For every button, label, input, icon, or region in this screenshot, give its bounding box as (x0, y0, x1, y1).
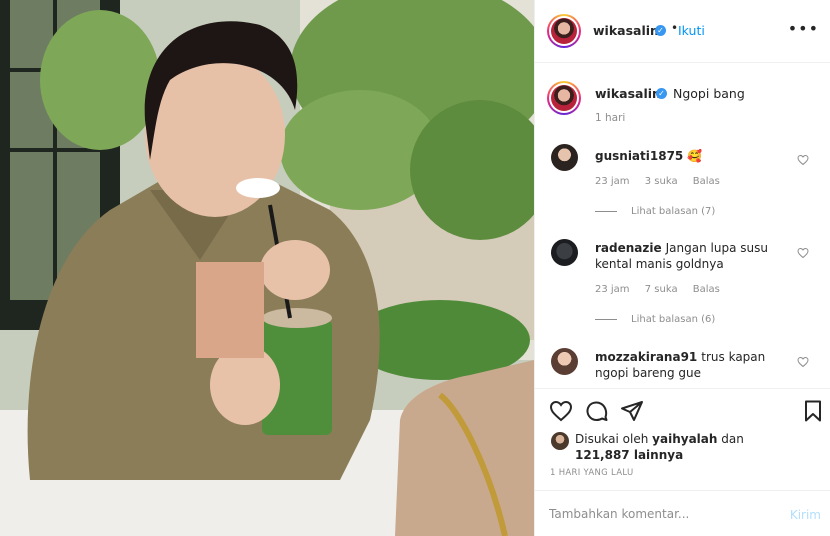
reply-button[interactable]: Balas (693, 284, 720, 295)
replies-line (595, 210, 617, 212)
post-photo[interactable] (0, 0, 534, 536)
comment-body: mozzakirana91 trus kapan ngopi bareng gue (595, 349, 795, 381)
reply-button[interactable]: Balas (693, 176, 720, 187)
commenter-username[interactable]: radenazie (595, 241, 662, 255)
commenter-avatar[interactable] (551, 144, 578, 171)
heart-icon[interactable] (797, 247, 809, 259)
comment-meta: 23 jam 3 suka Balas (595, 176, 732, 187)
comment-likes[interactable]: 3 suka (645, 176, 678, 187)
likes-prefix: Disukai oleh (575, 432, 649, 446)
commenter-avatar[interactable] (551, 239, 578, 266)
likes-summary: Disukai oleh yaihyalah dan 121,887 lainn… (575, 431, 775, 463)
view-replies-label[interactable]: Lihat balasan (6) (631, 314, 715, 325)
comment-text: 🥰 (687, 149, 703, 163)
comment-body: radenazie Jangan lupa susu kental manis g… (595, 240, 795, 272)
comment-likes[interactable]: 7 suka (645, 284, 678, 295)
send-button[interactable]: Kirim (790, 508, 821, 522)
liker-username[interactable]: yaihyalah (652, 432, 717, 446)
comment-time[interactable]: 23 jam (595, 284, 630, 295)
commenter-username[interactable]: mozzakirana91 (595, 350, 697, 364)
comments-list[interactable]: wikasalim ✓ Ngopi bang 1 hari gusniati18… (535, 64, 830, 388)
commenter-username[interactable]: gusniati1875 (595, 149, 683, 163)
author-username[interactable]: wikasalim (593, 23, 663, 38)
post-timestamp[interactable]: 1 HARI YANG LALU (550, 468, 634, 478)
likes-connector: dan (721, 432, 744, 446)
caption-username[interactable]: wikasalim (595, 86, 665, 101)
replies-line (595, 318, 617, 320)
heart-icon[interactable] (797, 154, 809, 166)
verified-icon: ✓ (655, 25, 666, 36)
heart-icon[interactable] (549, 399, 573, 423)
verified-icon: ✓ (656, 88, 667, 99)
likes-count[interactable]: 121,887 lainnya (575, 448, 683, 462)
author-avatar[interactable] (547, 14, 581, 48)
caption-text: Ngopi bang (673, 86, 745, 101)
liker-avatar[interactable] (551, 432, 569, 450)
more-icon[interactable]: ••• (788, 19, 819, 38)
post-side-panel: wikasalim ✓ • Ikuti ••• wikasalim ✓ Ngop… (534, 0, 830, 536)
heart-icon[interactable] (797, 356, 809, 368)
photo-illustration (0, 0, 534, 536)
view-replies-button[interactable]: Lihat balasan (7) (595, 206, 715, 217)
post-actions: Disukai oleh yaihyalah dan 121,887 lainn… (535, 388, 830, 488)
commenter-avatar[interactable] (551, 348, 578, 375)
view-replies-label[interactable]: Lihat balasan (7) (631, 206, 715, 217)
comment-time[interactable]: 23 jam (595, 176, 630, 187)
comment-input[interactable] (549, 505, 769, 523)
post-header: wikasalim ✓ • Ikuti ••• (535, 0, 830, 63)
view-replies-button[interactable]: Lihat balasan (6) (595, 314, 715, 325)
share-icon[interactable] (620, 399, 644, 423)
comment-icon[interactable] (585, 399, 609, 423)
add-comment-bar: Kirim (535, 490, 830, 536)
comment-meta: 23 jam 7 suka Balas (595, 284, 732, 295)
caption-time[interactable]: 1 hari (595, 112, 625, 124)
bookmark-icon[interactable] (801, 399, 825, 423)
follow-button[interactable]: Ikuti (678, 23, 705, 38)
caption-avatar[interactable] (547, 81, 581, 115)
comment-body: gusniati1875 🥰 (595, 148, 795, 164)
